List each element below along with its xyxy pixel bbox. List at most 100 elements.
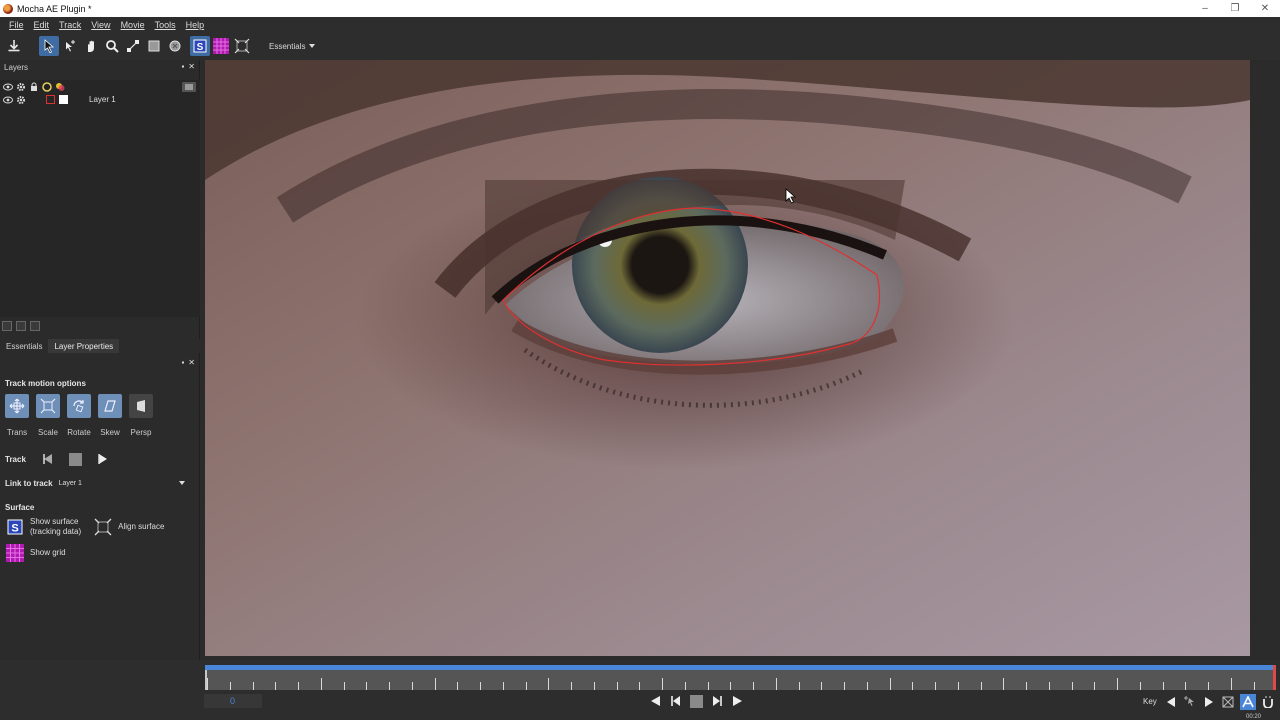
show-grid-row[interactable]: Show grid <box>5 543 66 563</box>
timeline-ruler[interactable] <box>205 670 1275 690</box>
rectangle-spline-icon[interactable] <box>144 36 164 56</box>
menu-help[interactable]: Help <box>181 20 210 30</box>
matte-color-icon[interactable] <box>42 81 52 92</box>
auto-key-icon[interactable] <box>1240 694 1256 710</box>
minimize-button[interactable]: – <box>1190 0 1220 17</box>
layers-header-row <box>0 80 200 93</box>
skew-icon[interactable] <box>98 394 122 418</box>
workspace-dropdown[interactable]: Essentials <box>269 41 316 51</box>
trash-icon[interactable] <box>30 321 40 331</box>
align-surface-label: Align surface <box>118 522 165 531</box>
keyframe-toggle-icon[interactable] <box>1221 695 1235 709</box>
play-backwards-icon[interactable] <box>648 694 662 708</box>
gear-icon[interactable] <box>16 82 26 92</box>
translation-icon[interactable] <box>5 394 29 418</box>
option-skew[interactable]: Skew <box>98 394 122 437</box>
duplicate-layer-icon[interactable] <box>16 321 26 331</box>
option-label: Trans <box>6 428 28 437</box>
show-surface-row[interactable]: S Show surface (tracking data) Align sur… <box>5 517 164 537</box>
perspective-icon[interactable] <box>129 394 153 418</box>
link-to-track-select[interactable]: Layer 1 <box>59 477 189 489</box>
ruler-tick <box>480 682 481 690</box>
current-frame-field[interactable]: 0 <box>204 694 262 708</box>
add-keyframe-icon[interactable] <box>1183 695 1197 709</box>
layers-list[interactable]: Layer 1 <box>0 80 200 317</box>
pick-tool-icon[interactable] <box>39 36 59 56</box>
layer-row[interactable]: Layer 1 <box>0 93 200 106</box>
out-point-marker[interactable] <box>1273 665 1276 690</box>
stop-button[interactable] <box>690 694 703 708</box>
layer-matte-swatch[interactable] <box>58 95 68 105</box>
ruler-tick <box>639 682 640 690</box>
track-backwards-icon[interactable] <box>41 452 55 466</box>
ruler-tick <box>912 682 913 690</box>
align-surface-icon[interactable] <box>232 36 252 56</box>
option-persp[interactable]: Persp <box>129 394 153 437</box>
right-strip <box>1250 60 1280 660</box>
step-forward-icon[interactable] <box>710 694 724 708</box>
prev-keyframe-icon[interactable] <box>1164 695 1178 709</box>
layer-options-icon[interactable] <box>182 81 196 92</box>
tab-layer-properties[interactable]: Layer Properties <box>48 339 120 353</box>
option-trans[interactable]: Trans <box>5 394 29 437</box>
ruler-tick <box>275 682 276 690</box>
menu-track[interactable]: Track <box>54 20 86 30</box>
show-grid-icon[interactable] <box>5 543 25 563</box>
menu-view[interactable]: View <box>86 20 115 30</box>
track-forwards-icon[interactable] <box>96 452 110 466</box>
next-keyframe-icon[interactable] <box>1202 695 1216 709</box>
zoom-magnifier-icon[interactable] <box>102 36 122 56</box>
tab-essentials[interactable]: Essentials <box>0 339 48 353</box>
ruler-tick <box>821 682 822 690</box>
close-panel-icon[interactable]: ✕ <box>188 62 195 71</box>
properties-tabs: Essentials Layer Properties <box>0 339 200 353</box>
save-download-icon[interactable] <box>4 36 24 56</box>
ruler-tick <box>366 682 367 690</box>
play-forwards-icon[interactable] <box>731 694 745 708</box>
new-folder-icon[interactable] <box>2 321 12 331</box>
add-point-tool-icon[interactable] <box>60 36 80 56</box>
close-panel-icon[interactable]: ✕ <box>188 358 195 367</box>
option-label: Scale <box>37 428 58 437</box>
menu-tools[interactable]: Tools <box>150 20 181 30</box>
align-surface-icon[interactable] <box>93 517 113 537</box>
transform-tool-icon[interactable] <box>123 36 143 56</box>
visibility-eye-icon[interactable] <box>3 82 13 92</box>
uberkey-icon[interactable] <box>1261 695 1275 709</box>
ruler-tick <box>1003 678 1004 690</box>
show-grid-icon[interactable] <box>211 36 231 56</box>
layer-color-swatch[interactable] <box>45 95 55 105</box>
playhead[interactable] <box>205 670 207 690</box>
scale-icon[interactable] <box>36 394 60 418</box>
undock-icon[interactable]: ▪ <box>181 62 184 71</box>
close-button[interactable]: ✕ <box>1250 0 1280 17</box>
track-motion-options: Trans Scale Rotate Skew Persp <box>5 394 153 437</box>
lock-icon[interactable] <box>29 82 39 92</box>
ruler-tick <box>594 682 595 690</box>
rotate-icon[interactable] <box>67 394 91 418</box>
ellipse-spline-icon[interactable] <box>165 36 185 56</box>
menu-edit[interactable]: Edit <box>29 20 55 30</box>
stop-tracking-button[interactable] <box>69 452 82 466</box>
title-bar: Mocha AE Plugin * – ❐ ✕ <box>0 0 1280 17</box>
gear-icon[interactable] <box>16 95 26 105</box>
clip-viewer[interactable] <box>205 60 1250 656</box>
hand-pan-icon[interactable] <box>81 36 101 56</box>
blend-color-icon[interactable] <box>55 82 65 92</box>
menu-file[interactable]: File <box>4 20 29 30</box>
ruler-tick <box>935 682 936 690</box>
toolbar: S Essentials <box>0 32 1280 60</box>
ruler-tick <box>571 682 572 690</box>
layer-name[interactable]: Layer 1 <box>89 95 116 104</box>
show-surface-icon[interactable]: S <box>5 517 25 537</box>
option-rotate[interactable]: Rotate <box>67 394 91 437</box>
step-back-icon[interactable] <box>669 694 683 708</box>
layers-panel-header: Layers ▪ ✕ <box>0 60 199 74</box>
undock-icon[interactable]: ▪ <box>181 358 184 367</box>
show-surface-icon[interactable]: S <box>190 36 210 56</box>
menu-movie[interactable]: Movie <box>116 20 150 30</box>
visibility-eye-icon[interactable] <box>3 95 13 105</box>
workspace-label: Essentials <box>269 41 306 51</box>
option-scale[interactable]: Scale <box>36 394 60 437</box>
maximize-button[interactable]: ❐ <box>1220 0 1250 17</box>
